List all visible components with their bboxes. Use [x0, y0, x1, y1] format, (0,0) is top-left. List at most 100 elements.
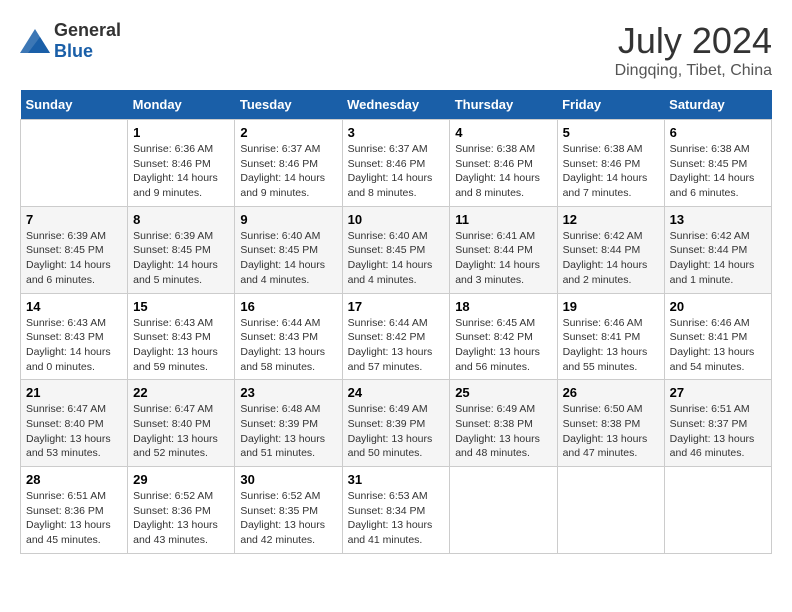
header-saturday: Saturday [664, 90, 771, 120]
calendar-cell: 29 Sunrise: 6:52 AMSunset: 8:36 PMDayligh… [128, 467, 235, 554]
week-row-4: 21 Sunrise: 6:47 AMSunset: 8:40 PMDayligh… [21, 380, 772, 467]
calendar-cell: 26 Sunrise: 6:50 AMSunset: 8:38 PMDayligh… [557, 380, 664, 467]
subtitle: Dingqing, Tibet, China [615, 62, 772, 80]
day-number: 1 [133, 125, 229, 140]
header-friday: Friday [557, 90, 664, 120]
calendar-cell: 27 Sunrise: 6:51 AMSunset: 8:37 PMDayligh… [664, 380, 771, 467]
calendar-table: SundayMondayTuesdayWednesdayThursdayFrid… [20, 90, 772, 554]
logo-icon [20, 29, 50, 53]
day-info: Sunrise: 6:43 AMSunset: 8:43 PMDaylight:… [26, 316, 122, 375]
day-number: 7 [26, 212, 122, 227]
day-info: Sunrise: 6:43 AMSunset: 8:43 PMDaylight:… [133, 316, 229, 375]
day-info: Sunrise: 6:45 AMSunset: 8:42 PMDaylight:… [455, 316, 551, 375]
calendar-cell: 4 Sunrise: 6:38 AMSunset: 8:46 PMDaylight… [450, 120, 557, 207]
day-number: 24 [348, 385, 445, 400]
day-number: 10 [348, 212, 445, 227]
day-number: 16 [240, 299, 336, 314]
day-number: 30 [240, 472, 336, 487]
day-number: 12 [563, 212, 659, 227]
day-info: Sunrise: 6:49 AMSunset: 8:39 PMDaylight:… [348, 402, 445, 461]
week-row-3: 14 Sunrise: 6:43 AMSunset: 8:43 PMDayligh… [21, 293, 772, 380]
day-number: 11 [455, 212, 551, 227]
week-row-5: 28Sunrise: 6:51 AMSunset: 8:36 PMDayligh… [21, 467, 772, 554]
day-info: Sunrise: 6:53 AMSunset: 8:34 PMDaylight:… [348, 489, 445, 548]
day-info: Sunrise: 6:52 AMSunset: 8:35 PMDaylight:… [240, 489, 336, 548]
calendar-cell: 6 Sunrise: 6:38 AMSunset: 8:45 PMDaylight… [664, 120, 771, 207]
calendar-cell: 18 Sunrise: 6:45 AMSunset: 8:42 PMDayligh… [450, 293, 557, 380]
day-info: Sunrise: 6:42 AMSunset: 8:44 PMDaylight:… [563, 229, 659, 288]
day-info: Sunrise: 6:38 AMSunset: 8:46 PMDaylight:… [455, 142, 551, 201]
day-number: 6 [670, 125, 766, 140]
week-row-2: 7 Sunrise: 6:39 AMSunset: 8:45 PMDaylight… [21, 206, 772, 293]
calendar-cell: 30 Sunrise: 6:52 AMSunset: 8:35 PMDayligh… [235, 467, 342, 554]
day-info: Sunrise: 6:44 AMSunset: 8:42 PMDaylight:… [348, 316, 445, 375]
day-info: Sunrise: 6:44 AMSunset: 8:43 PMDaylight:… [240, 316, 336, 375]
calendar-cell: 12 Sunrise: 6:42 AMSunset: 8:44 PMDayligh… [557, 206, 664, 293]
week-row-1: 1 Sunrise: 6:36 AMSunset: 8:46 PMDaylight… [21, 120, 772, 207]
day-number: 2 [240, 125, 336, 140]
main-title: July 2024 [615, 20, 772, 62]
day-info: Sunrise: 6:50 AMSunset: 8:38 PMDaylight:… [563, 402, 659, 461]
day-number: 14 [26, 299, 122, 314]
day-info: Sunrise: 6:38 AMSunset: 8:45 PMDaylight:… [670, 142, 766, 201]
day-info: Sunrise: 6:47 AMSunset: 8:40 PMDaylight:… [133, 402, 229, 461]
day-info: Sunrise: 6:37 AMSunset: 8:46 PMDaylight:… [240, 142, 336, 201]
day-info: Sunrise: 6:39 AMSunset: 8:45 PMDaylight:… [26, 229, 122, 288]
calendar-cell: 1 Sunrise: 6:36 AMSunset: 8:46 PMDaylight… [128, 120, 235, 207]
day-number: 26 [563, 385, 659, 400]
calendar-cell: 8Sunrise: 6:39 AMSunset: 8:45 PMDaylight… [128, 206, 235, 293]
day-info: Sunrise: 6:47 AMSunset: 8:40 PMDaylight:… [26, 402, 122, 461]
day-info: Sunrise: 6:40 AMSunset: 8:45 PMDaylight:… [348, 229, 445, 288]
day-info: Sunrise: 6:52 AMSunset: 8:36 PMDaylight:… [133, 489, 229, 548]
calendar-cell: 10 Sunrise: 6:40 AMSunset: 8:45 PMDayligh… [342, 206, 450, 293]
day-number: 29 [133, 472, 229, 487]
logo-text: General Blue [54, 20, 121, 62]
calendar-cell: 15 Sunrise: 6:43 AMSunset: 8:43 PMDayligh… [128, 293, 235, 380]
calendar-cell: 17Sunrise: 6:44 AMSunset: 8:42 PMDayligh… [342, 293, 450, 380]
calendar-cell [557, 467, 664, 554]
day-number: 27 [670, 385, 766, 400]
logo-general: General [54, 20, 121, 40]
day-number: 5 [563, 125, 659, 140]
header-tuesday: Tuesday [235, 90, 342, 120]
calendar-cell: 16 Sunrise: 6:44 AMSunset: 8:43 PMDayligh… [235, 293, 342, 380]
day-info: Sunrise: 6:36 AMSunset: 8:46 PMDaylight:… [133, 142, 229, 201]
header-monday: Monday [128, 90, 235, 120]
day-number: 18 [455, 299, 551, 314]
calendar-cell: 20Sunrise: 6:46 AMSunset: 8:41 PMDayligh… [664, 293, 771, 380]
header-sunday: Sunday [21, 90, 128, 120]
day-info: Sunrise: 6:40 AMSunset: 8:45 PMDaylight:… [240, 229, 336, 288]
day-info: Sunrise: 6:46 AMSunset: 8:41 PMDaylight:… [563, 316, 659, 375]
title-section: July 2024 Dingqing, Tibet, China [615, 20, 772, 80]
day-number: 31 [348, 472, 445, 487]
calendar-cell: 31 Sunrise: 6:53 AMSunset: 8:34 PMDayligh… [342, 467, 450, 554]
day-number: 19 [563, 299, 659, 314]
day-number: 15 [133, 299, 229, 314]
logo: General Blue [20, 20, 121, 62]
day-number: 23 [240, 385, 336, 400]
day-number: 8 [133, 212, 229, 227]
day-number: 9 [240, 212, 336, 227]
logo-blue: Blue [54, 41, 93, 61]
calendar-cell: 3Sunrise: 6:37 AMSunset: 8:46 PMDaylight… [342, 120, 450, 207]
day-info: Sunrise: 6:38 AMSunset: 8:46 PMDaylight:… [563, 142, 659, 201]
header-wednesday: Wednesday [342, 90, 450, 120]
day-info: Sunrise: 6:37 AMSunset: 8:46 PMDaylight:… [348, 142, 445, 201]
calendar-cell: 23Sunrise: 6:48 AMSunset: 8:39 PMDayligh… [235, 380, 342, 467]
day-info: Sunrise: 6:41 AMSunset: 8:44 PMDaylight:… [455, 229, 551, 288]
day-number: 21 [26, 385, 122, 400]
calendar-cell [21, 120, 128, 207]
day-number: 20 [670, 299, 766, 314]
calendar-cell: 13Sunrise: 6:42 AMSunset: 8:44 PMDayligh… [664, 206, 771, 293]
day-info: Sunrise: 6:51 AMSunset: 8:37 PMDaylight:… [670, 402, 766, 461]
calendar-header: SundayMondayTuesdayWednesdayThursdayFrid… [21, 90, 772, 120]
page-header: General Blue July 2024 Dingqing, Tibet, … [20, 20, 772, 80]
calendar-cell: 22Sunrise: 6:47 AMSunset: 8:40 PMDayligh… [128, 380, 235, 467]
day-number: 4 [455, 125, 551, 140]
calendar-cell: 5 Sunrise: 6:38 AMSunset: 8:46 PMDaylight… [557, 120, 664, 207]
calendar-cell: 25Sunrise: 6:49 AMSunset: 8:38 PMDayligh… [450, 380, 557, 467]
day-info: Sunrise: 6:42 AMSunset: 8:44 PMDaylight:… [670, 229, 766, 288]
calendar-cell: 24 Sunrise: 6:49 AMSunset: 8:39 PMDayligh… [342, 380, 450, 467]
calendar-body: 1 Sunrise: 6:36 AMSunset: 8:46 PMDaylight… [21, 120, 772, 554]
calendar-cell: 9 Sunrise: 6:40 AMSunset: 8:45 PMDaylight… [235, 206, 342, 293]
